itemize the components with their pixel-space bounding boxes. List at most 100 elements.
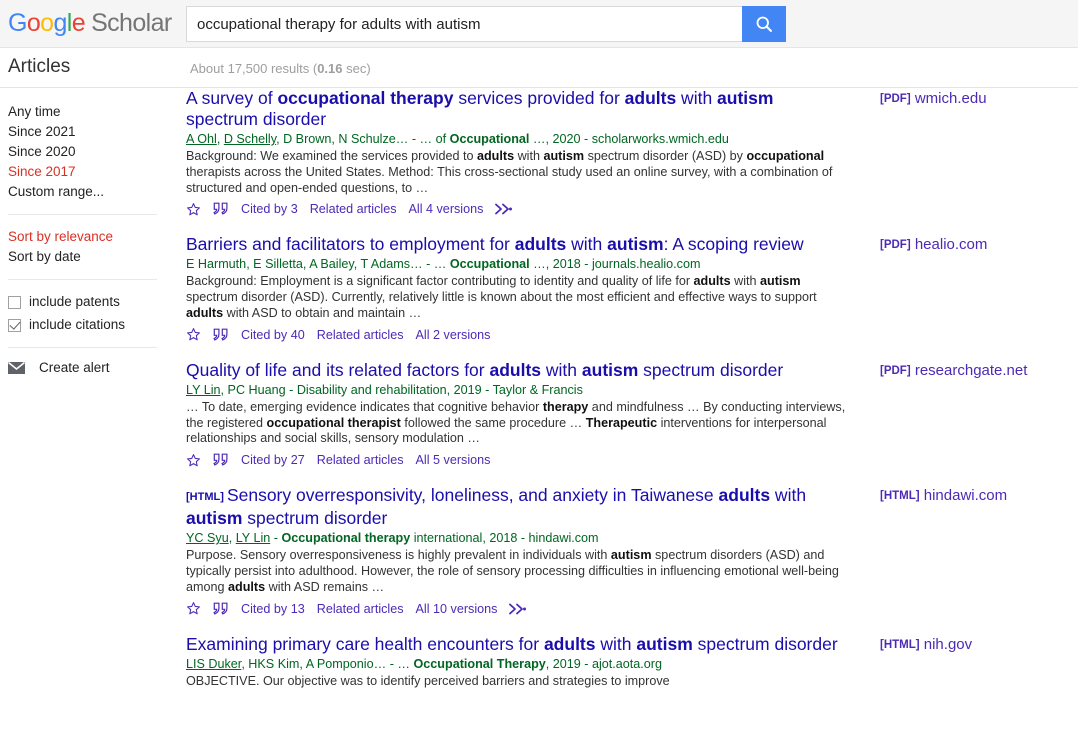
author-link[interactable]: LY Lin <box>186 383 221 397</box>
author-link[interactable]: YC Syu <box>186 531 229 545</box>
result-snippet: … To date, emerging evidence indicates t… <box>186 400 846 447</box>
save-star-icon[interactable] <box>186 453 201 468</box>
related-articles-link[interactable]: Related articles <box>310 201 397 217</box>
page-body: Any time Since 2021 Since 2020 Since 2017 Cu… <box>0 88 1078 741</box>
result-title-text: Barriers and facilitators to employment … <box>186 234 515 255</box>
result-snippet-text: autism <box>610 548 652 563</box>
date-filter-item[interactable]: Since 2021 <box>8 122 157 142</box>
result-snippet-text: adults <box>476 149 515 163</box>
result-source-link[interactable]: [PDF] researchgate.net <box>880 362 1027 380</box>
date-filter-item[interactable]: Any time <box>8 102 157 122</box>
result-title-text: spectrum disorder <box>242 508 388 529</box>
search-result-item: Quality of life and its related factors … <box>186 360 846 468</box>
results-count-time: 0.16 <box>317 61 343 76</box>
more-actions-icon[interactable] <box>495 203 513 215</box>
save-star-icon[interactable] <box>186 202 201 217</box>
result-source-link[interactable]: [HTML] hindawi.com <box>880 487 1007 505</box>
result-title-link[interactable]: A survey of occupational therapy service… <box>186 88 846 130</box>
include-options-group: include patents include citations <box>0 292 165 335</box>
more-actions-icon[interactable] <box>509 603 527 615</box>
author-link[interactable]: A Ohl <box>186 132 217 146</box>
save-star-icon[interactable] <box>186 601 201 616</box>
result-title-text: : A scoping review <box>663 234 804 255</box>
source-domain: healio.com <box>910 236 988 253</box>
result-actions: Cited by 40 Related articles All 2 version… <box>186 327 846 343</box>
all-versions-link[interactable]: All 2 versions <box>416 327 491 343</box>
result-snippet-text: spectrum disorder (ASD) by <box>584 149 747 163</box>
related-articles-link[interactable]: Related articles <box>317 452 404 468</box>
source-type-tag: [HTML] <box>880 639 920 651</box>
google-scholar-logo[interactable]: Google Scholar <box>8 11 172 36</box>
result-source-link[interactable]: [HTML] nih.gov <box>880 636 972 654</box>
result-snippet-text: with ASD remains … <box>265 579 385 594</box>
checkbox-unchecked-icon[interactable] <box>8 295 21 309</box>
envelope-icon <box>7 361 26 374</box>
result-snippet-text: with <box>514 149 544 163</box>
cite-quote-icon[interactable] <box>213 602 229 616</box>
result-title-text: with <box>676 88 718 108</box>
result-title-link[interactable]: [HTML] Sensory overresponsivity, lonelin… <box>186 485 846 529</box>
source-domain: hindawi.com <box>919 487 1008 504</box>
result-source-link[interactable]: [PDF] wmich.edu <box>880 90 987 108</box>
result-title-text: autism <box>581 359 639 380</box>
date-filter-item[interactable]: Since 2017 <box>8 162 157 182</box>
author-link[interactable]: D Schelly <box>224 132 276 146</box>
source-type-tag: [PDF] <box>880 93 911 105</box>
result-title-text: with <box>566 234 608 255</box>
result-actions: Cited by 3 Related articles All 4 versions <box>186 201 846 217</box>
include-option-label: include patents <box>29 294 120 309</box>
result-title-text: Examining primary care health encounters… <box>186 633 544 654</box>
result-meta-text: E Harmuth, E Silletta, A Bailey, T Adams… <box>186 257 450 272</box>
search-input[interactable] <box>186 6 742 42</box>
cited-by-link[interactable]: Cited by 40 <box>241 327 305 343</box>
result-title-text: services provided for <box>453 88 625 108</box>
cited-by-link[interactable]: Cited by 13 <box>241 601 305 617</box>
result-title-text: spectrum disorder <box>186 109 327 129</box>
include-option-row[interactable]: include citations <box>8 315 157 335</box>
search-form <box>186 6 786 42</box>
all-versions-link[interactable]: All 4 versions <box>409 201 484 217</box>
result-title-link[interactable]: Quality of life and its related factors … <box>186 360 846 381</box>
all-versions-link[interactable]: All 10 versions <box>416 601 498 617</box>
result-title-text: with <box>541 359 582 380</box>
result-title-text: with <box>595 633 637 654</box>
result-snippet-text: OBJECTIVE. Our objective was to identify… <box>186 673 670 688</box>
sort-option-item[interactable]: Sort by relevance <box>8 227 157 247</box>
result-snippet-text: adults <box>693 274 731 289</box>
create-alert-label: Create alert <box>39 360 110 375</box>
cited-by-link[interactable]: Cited by 27 <box>241 452 305 468</box>
search-result-item: [HTML] Sensory overresponsivity, lonelin… <box>186 485 846 616</box>
author-link[interactable]: LY Lin <box>236 531 271 545</box>
result-snippet-text: occupational <box>746 149 825 163</box>
result-title-link[interactable]: Examining primary care health encounters… <box>186 634 846 655</box>
search-button[interactable] <box>742 6 786 42</box>
cited-by-link[interactable]: Cited by 3 <box>241 201 298 217</box>
save-star-icon[interactable] <box>186 327 201 342</box>
related-articles-link[interactable]: Related articles <box>317 601 404 617</box>
sidebar-divider-1 <box>8 214 157 215</box>
result-meta-text: Occupational <box>449 257 530 272</box>
all-versions-link[interactable]: All 5 versions <box>416 452 491 468</box>
cite-quote-icon[interactable] <box>213 453 229 467</box>
result-snippet-text: spectrum disorder (ASD). Currently, rela… <box>186 290 817 305</box>
result-snippet-text: Therapeutic <box>585 415 658 430</box>
result-source-link[interactable]: [PDF] healio.com <box>880 236 987 254</box>
cite-quote-icon[interactable] <box>213 328 229 342</box>
checkbox-checked-icon[interactable] <box>8 318 21 332</box>
related-articles-link[interactable]: Related articles <box>317 327 404 343</box>
source-domain: nih.gov <box>919 636 973 653</box>
date-filter-item[interactable]: Since 2020 <box>8 142 157 162</box>
author-link[interactable]: LIS Duker <box>186 657 241 671</box>
create-alert-button[interactable]: Create alert <box>0 360 165 375</box>
result-snippet-text: with <box>730 274 761 289</box>
result-meta-text: , 2019 - ajot.aota.org <box>545 656 662 671</box>
result-meta: LY Lin, PC Huang - Disability and rehabi… <box>186 382 846 399</box>
include-option-row[interactable]: include patents <box>8 292 157 312</box>
sidebar-divider-3 <box>8 347 157 348</box>
result-title-link[interactable]: Barriers and facilitators to employment … <box>186 234 846 255</box>
logo-scholar-word: Scholar <box>91 9 172 37</box>
sort-option-item[interactable]: Sort by date <box>8 247 157 267</box>
date-filter-item[interactable]: Custom range... <box>8 182 157 202</box>
cite-quote-icon[interactable] <box>213 202 229 216</box>
result-snippet: Background: We examined the services pro… <box>186 149 846 196</box>
